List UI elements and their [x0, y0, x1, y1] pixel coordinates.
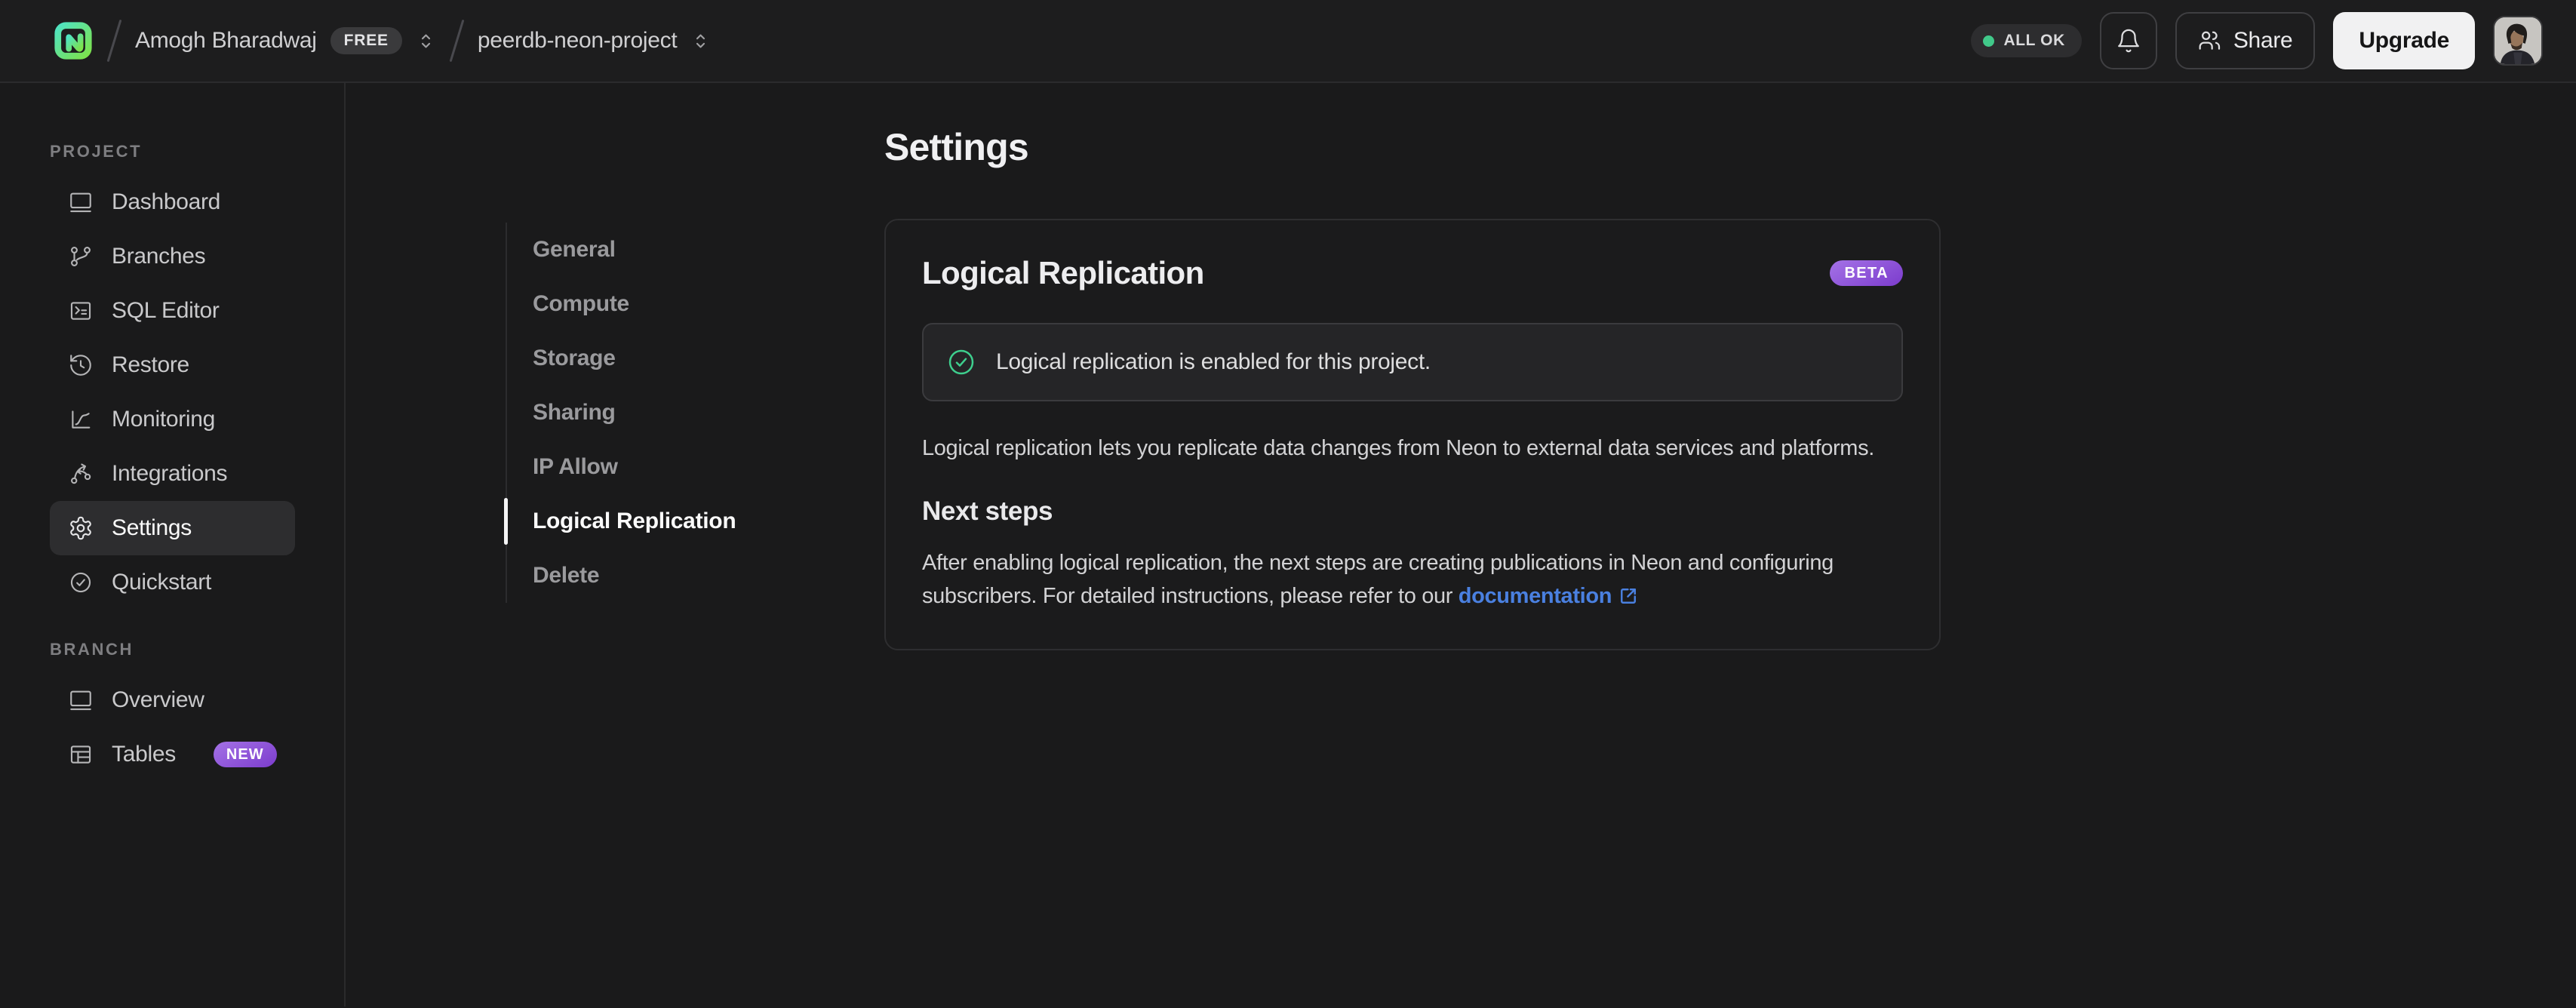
sidebar-section-project: PROJECT: [50, 142, 143, 161]
chart-icon: [72, 410, 91, 429]
notifications-button[interactable]: [2099, 12, 2157, 69]
sidebar-item-settings[interactable]: Settings: [50, 501, 295, 555]
breadcrumb-slash-icon: [449, 19, 465, 63]
settings-nav: General Compute Storage Sharing IP Allow…: [504, 223, 755, 603]
replication-description: Logical replication lets you replicate d…: [922, 436, 1874, 460]
logical-replication-card: Logical Replication BETA Logical replica…: [884, 219, 1941, 650]
org-breadcrumb-button[interactable]: Amogh Bharadwaj FREE: [135, 27, 436, 54]
sidebar-section-branch: BRANCH: [50, 640, 134, 659]
bell-icon: [2117, 29, 2139, 53]
project-name: peerdb-neon-project: [477, 28, 678, 53]
check-circle-icon: [70, 572, 91, 593]
sidebar-item-label: Branches: [112, 244, 206, 269]
settings-nav-ip-allow[interactable]: IP Allow: [507, 440, 755, 494]
avatar-photo: [2495, 17, 2541, 64]
replication-enabled-alert: Logical replication is enabled for this …: [922, 323, 1903, 401]
settings-nav-delete[interactable]: Delete: [507, 549, 755, 603]
success-check-icon: [948, 349, 974, 375]
browser-icon: [70, 690, 91, 711]
sidebar-item-label: Monitoring: [112, 407, 216, 432]
sidebar-item-overview[interactable]: Overview: [50, 673, 295, 727]
settings-nav-storage[interactable]: Storage: [507, 331, 755, 386]
sidebar-item-monitoring[interactable]: Monitoring: [50, 392, 295, 447]
sidebar-item-label: Tables: [112, 742, 176, 767]
sidebar: PROJECT Dashboard Branches SQL Editor Re…: [0, 83, 346, 1006]
next-steps-text: After enabling logical replication, the …: [922, 546, 1903, 613]
beta-badge: BETA: [1830, 260, 1903, 286]
upgrade-label: Upgrade: [2359, 28, 2449, 53]
sidebar-item-label: SQL Editor: [112, 298, 220, 323]
page-title: Settings: [884, 126, 1029, 168]
sidebar-item-label: Dashboard: [112, 189, 221, 214]
share-label: Share: [2233, 28, 2293, 53]
workflow-icon: [71, 463, 91, 484]
status-badge[interactable]: ALL OK: [1971, 24, 2082, 57]
sidebar-item-quickstart[interactable]: Quickstart: [50, 555, 295, 610]
sidebar-item-tables[interactable]: Tables NEW: [50, 727, 295, 782]
sidebar-item-label: Restore: [112, 352, 189, 377]
sidebar-item-integrations[interactable]: Integrations: [50, 447, 295, 501]
sidebar-item-dashboard[interactable]: Dashboard: [50, 175, 295, 229]
sidebar-item-branches[interactable]: Branches: [50, 229, 295, 284]
settings-nav-sharing[interactable]: Sharing: [507, 386, 755, 440]
next-steps-heading: Next steps: [922, 496, 1053, 526]
gear-icon: [70, 516, 91, 540]
settings-nav-compute[interactable]: Compute: [507, 277, 755, 331]
next-steps-text-body: After enabling logical replication, the …: [922, 551, 1834, 608]
settings-nav-logical-replication[interactable]: Logical Replication: [504, 494, 755, 549]
upgrade-button[interactable]: Upgrade: [2333, 12, 2475, 69]
status-dot-icon: [1983, 35, 1995, 47]
sidebar-item-label: Integrations: [112, 461, 228, 486]
sidebar-item-sql-editor[interactable]: SQL Editor: [50, 284, 295, 338]
users-icon: [2199, 31, 2220, 50]
neon-logo-icon: [54, 22, 92, 60]
status-label: ALL OK: [2003, 32, 2065, 49]
breadcrumb-slash-icon: [106, 19, 122, 63]
plan-badge: FREE: [330, 27, 402, 54]
dashboard-icon: [70, 192, 91, 213]
select-chevrons-icon: [421, 34, 430, 48]
history-icon: [70, 355, 91, 376]
sidebar-item-restore[interactable]: Restore: [50, 338, 295, 392]
user-avatar[interactable]: [2493, 16, 2543, 66]
git-branch-icon: [71, 247, 91, 266]
select-chevrons-icon: [696, 34, 705, 48]
card-title: Logical Replication: [922, 255, 1204, 290]
new-badge: NEW: [213, 742, 277, 767]
settings-nav-general[interactable]: General: [507, 223, 755, 277]
sidebar-item-label: Settings: [112, 515, 192, 540]
terminal-icon: [70, 302, 91, 320]
account-name: Amogh Bharadwaj: [135, 28, 317, 53]
sidebar-item-label: Overview: [112, 687, 204, 712]
documentation-link-label: documentation: [1458, 584, 1612, 608]
share-button[interactable]: Share: [2175, 12, 2316, 69]
main-content: General Compute Storage Sharing IP Allow…: [346, 83, 2576, 1006]
documentation-link[interactable]: documentation: [1459, 579, 1639, 613]
alert-text: Logical replication is enabled for this …: [996, 349, 1431, 374]
top-bar: Amogh Bharadwaj FREE peerdb-neon-project…: [0, 0, 2576, 83]
table-icon: [70, 745, 91, 764]
project-breadcrumb-button[interactable]: peerdb-neon-project: [478, 28, 711, 54]
sidebar-item-label: Quickstart: [112, 570, 212, 595]
external-link-icon: [1621, 589, 1637, 604]
neon-logo[interactable]: [53, 20, 94, 61]
